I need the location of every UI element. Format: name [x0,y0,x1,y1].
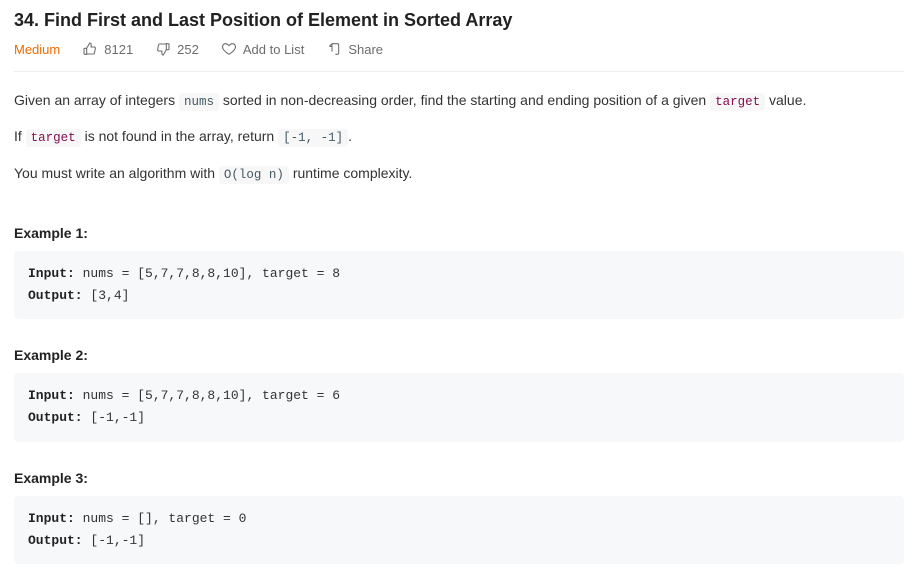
heart-icon [221,41,237,57]
like-count: 8121 [104,42,133,57]
example-block-3: Input: nums = [], target = 0 Output: [-1… [14,496,904,564]
code-return: [-1, -1] [278,129,348,147]
code-target: target [26,129,81,147]
desc-paragraph-2: If target is not found in the array, ret… [14,126,904,148]
meta-row: Medium 8121 252 Add to List Share [14,41,904,72]
code-nums: nums [179,93,219,111]
add-to-list-label: Add to List [243,42,304,57]
problem-title: 34. Find First and Last Position of Elem… [14,10,904,31]
dislike-count: 252 [177,42,199,57]
code-target: target [710,93,765,111]
example-heading-2: Example 2: [14,347,904,363]
example-heading-3: Example 3: [14,470,904,486]
thumbs-down-icon [155,41,171,57]
dislike-button[interactable]: 252 [155,41,199,57]
thumbs-up-icon [82,41,98,57]
example-block-1: Input: nums = [5,7,7,8,8,10], target = 8… [14,251,904,319]
example-block-2: Input: nums = [5,7,7,8,8,10], target = 6… [14,373,904,441]
code-complexity: O(log n) [219,166,289,184]
problem-description: Given an array of integers nums sorted i… [14,90,904,185]
add-to-list-button[interactable]: Add to List [221,41,304,57]
desc-paragraph-3: You must write an algorithm with O(log n… [14,163,904,185]
share-icon [326,41,342,57]
example-heading-1: Example 1: [14,225,904,241]
desc-paragraph-1: Given an array of integers nums sorted i… [14,90,904,112]
share-label: Share [348,42,383,57]
difficulty-badge: Medium [14,42,60,57]
like-button[interactable]: 8121 [82,41,133,57]
share-button[interactable]: Share [326,41,383,57]
